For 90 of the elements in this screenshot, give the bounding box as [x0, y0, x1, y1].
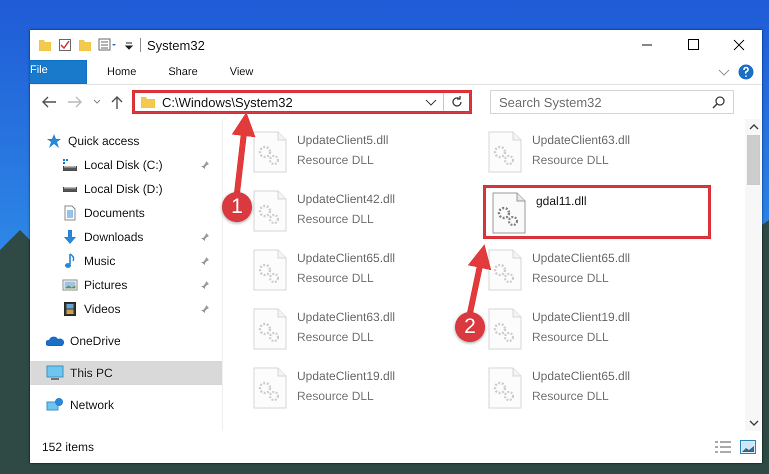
dll-file-icon [488, 249, 522, 291]
star-icon [46, 133, 62, 149]
nav-item[interactable]: Network [30, 393, 222, 417]
network-icon [46, 397, 64, 413]
file-type: Resource DLL [297, 212, 375, 226]
dll-file-icon [253, 190, 287, 232]
file-type: Resource DLL [297, 153, 375, 167]
dll-file-icon [492, 192, 526, 234]
ribbon-tab[interactable]: View [218, 60, 266, 84]
file-type: Resource DLL [532, 389, 610, 403]
file-item[interactable]: UpdateClient5.dll Resource DLL [253, 127, 453, 186]
dll-file-icon [488, 367, 522, 409]
file-name: UpdateClient63.dll [297, 310, 396, 324]
file-type: Resource DLL [297, 389, 375, 403]
file-item[interactable]: UpdateClient42.dll Resource DLL [253, 186, 453, 245]
up-icon[interactable] [110, 94, 124, 110]
file-type: Resource DLL [532, 330, 610, 344]
dll-file-icon [253, 249, 287, 291]
file-name: UpdateClient65.dll [532, 369, 630, 383]
dropdown-icon[interactable] [425, 97, 437, 107]
document-icon [62, 205, 78, 221]
chevron-icon[interactable] [718, 67, 730, 77]
file-name: gdal11.dll [536, 194, 586, 208]
file-item[interactable]: gdal11.dll [484, 186, 710, 238]
pin-icon[interactable] [200, 160, 210, 170]
file-type: Resource DLL [532, 153, 610, 167]
scroll-thumb[interactable] [747, 135, 760, 185]
dll-file-icon [253, 308, 287, 350]
ribbon-tab[interactable]: Home [95, 60, 148, 84]
file-item[interactable]: UpdateClient19.dll Resource DLL [253, 363, 453, 422]
file-item[interactable]: UpdateClient65.dll Resource DLL [253, 245, 453, 304]
search-field[interactable]: Search System32 [490, 90, 734, 114]
file-name: UpdateClient42.dll [297, 192, 396, 206]
search-icon [712, 95, 726, 109]
file-type: Resource DLL [297, 271, 375, 285]
refresh-icon[interactable] [450, 95, 464, 109]
nav-item[interactable]: This PC [30, 361, 222, 385]
picture-icon [62, 277, 78, 293]
nav-item[interactable]: Pictures [30, 273, 222, 297]
item-count: 152 items [42, 440, 94, 454]
pointer-arrow [467, 244, 492, 314]
file-type: Resource DLL [532, 271, 610, 285]
dll-file-icon [253, 367, 287, 409]
details-view-icon[interactable] [714, 440, 732, 454]
file-name: UpdateClient19.dll [532, 310, 630, 324]
view-icon[interactable] [98, 38, 118, 52]
file-type: Resource DLL [297, 330, 375, 344]
dll-file-icon [488, 131, 522, 173]
folder-icon [140, 95, 156, 109]
back-icon[interactable] [40, 95, 58, 109]
nav-item[interactable]: OneDrive [30, 329, 222, 353]
file-item[interactable]: UpdateClient63.dll Resource DLL [253, 304, 453, 363]
pin-icon[interactable] [200, 256, 210, 266]
file-item[interactable]: UpdateClient63.dll Resource DLL [488, 127, 688, 186]
window-title: System32 [147, 38, 205, 52]
file-name: UpdateClient63.dll [532, 133, 630, 147]
nav-item[interactable]: Local Disk (D:) [30, 177, 222, 201]
nav-item[interactable]: Documents [30, 201, 222, 225]
file-name: UpdateClient19.dll [297, 369, 396, 383]
file-name: UpdateClient5.dll [297, 133, 388, 147]
film-icon [62, 301, 78, 317]
file-name: UpdateClient65.dll [532, 251, 630, 265]
pin-icon[interactable] [200, 304, 210, 314]
ribbon-tab[interactable]: Share [156, 60, 210, 84]
nav-item[interactable]: Videos [30, 297, 222, 321]
nav-item[interactable]: Local Disk (C:) [30, 153, 222, 177]
address-bar[interactable]: C:\Windows\System32 [132, 90, 472, 114]
file-menu-button[interactable]: File [30, 60, 87, 84]
download-icon [62, 229, 78, 245]
scroll-down-icon[interactable] [748, 419, 758, 427]
file-item[interactable]: UpdateClient65.dll Resource DLL [488, 363, 688, 422]
drive-icon [62, 157, 78, 173]
pin-icon[interactable] [200, 280, 210, 290]
help-icon[interactable] [738, 64, 754, 80]
scroll-up-icon[interactable] [748, 123, 758, 131]
nav-item[interactable]: Quick access [30, 129, 222, 153]
dll-file-icon [488, 308, 522, 350]
address-path: C:\Windows\System32 [162, 94, 294, 110]
dll-file-icon [253, 131, 287, 173]
properties-icon[interactable] [58, 38, 72, 52]
thumbnail-view-icon[interactable] [740, 440, 756, 454]
file-item[interactable]: UpdateClient19.dll Resource DLL [488, 304, 688, 363]
file-name: UpdateClient65.dll [297, 251, 396, 265]
scrollbar[interactable] [745, 119, 762, 431]
file-item[interactable]: UpdateClient65.dll Resource DLL [488, 245, 688, 304]
computer-icon [46, 365, 64, 381]
pin-icon[interactable] [200, 232, 210, 242]
drive-icon [63, 186, 77, 192]
nav-item[interactable]: Music [30, 249, 222, 273]
nav-item[interactable]: Downloads [30, 225, 222, 249]
